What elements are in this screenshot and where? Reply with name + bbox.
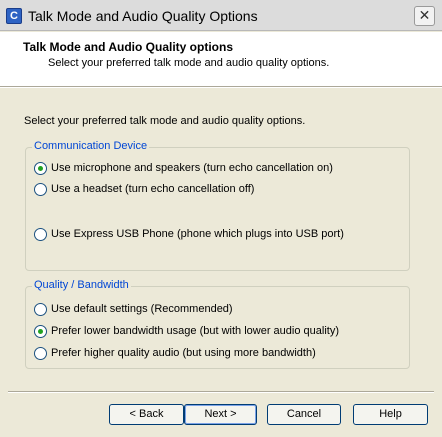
group-legend-communication-device: Communication Device <box>32 140 150 152</box>
radio-button[interactable] <box>34 228 47 241</box>
cancel-button[interactable]: Cancel <box>267 404 341 425</box>
close-button[interactable]: ✕ <box>414 6 435 26</box>
group-legend-quality-bandwidth: Quality / Bandwidth <box>32 279 131 291</box>
radio-label[interactable]: Use default settings (Recommended) <box>51 303 233 315</box>
header-title: Talk Mode and Audio Quality options <box>23 40 233 54</box>
header-divider <box>0 86 442 88</box>
quality-bandwidth-group: Quality / Bandwidth Use default settings… <box>25 279 410 369</box>
communication-device-group: Communication Device Use microphone and … <box>25 140 410 271</box>
header-subtitle: Select your preferred talk mode and audi… <box>48 57 330 69</box>
radio-label[interactable]: Prefer lower bandwidth usage (but with l… <box>51 325 339 337</box>
radio-button[interactable] <box>34 183 47 196</box>
app-logo-icon: C <box>6 8 22 24</box>
radio-button[interactable] <box>34 347 47 360</box>
radio-label[interactable]: Use microphone and speakers (turn echo c… <box>51 162 333 174</box>
wizard-header: Talk Mode and Audio Quality options Sele… <box>0 32 442 86</box>
intro-text: Select your preferred talk mode and audi… <box>24 115 306 127</box>
radio-button[interactable] <box>34 303 47 316</box>
footer-divider <box>8 391 434 393</box>
radio-button[interactable] <box>34 325 47 338</box>
title-bar[interactable]: C Talk Mode and Audio Quality Options ✕ <box>0 0 442 31</box>
next-button[interactable]: Next > <box>184 404 257 425</box>
radio-label[interactable]: Use a headset (turn echo cancellation of… <box>51 183 254 195</box>
dialog-window: C Talk Mode and Audio Quality Options ✕ … <box>0 0 442 437</box>
radio-label[interactable]: Prefer higher quality audio (but using m… <box>51 347 316 359</box>
back-button[interactable]: < Back <box>109 404 184 425</box>
window-title: Talk Mode and Audio Quality Options <box>28 8 258 24</box>
radio-label[interactable]: Use Express USB Phone (phone which plugs… <box>51 228 344 240</box>
help-button[interactable]: Help <box>353 404 428 425</box>
radio-button[interactable] <box>34 162 47 175</box>
